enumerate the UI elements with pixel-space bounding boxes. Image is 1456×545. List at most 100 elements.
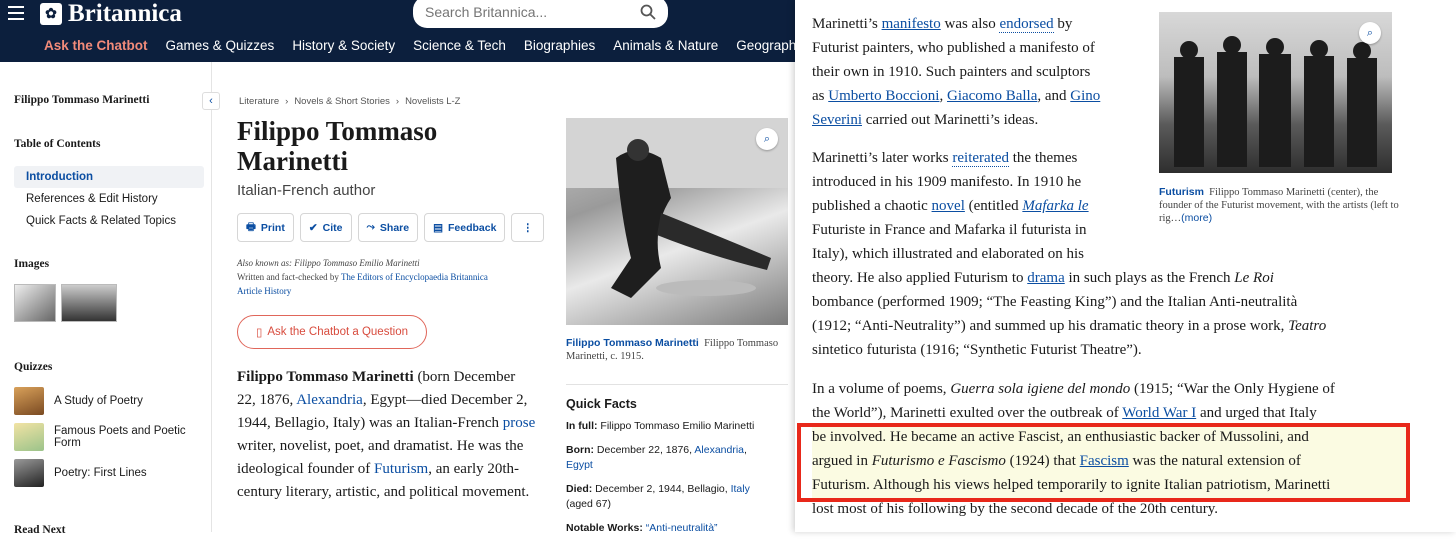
also-known-as: Also known as: Filippo Tommaso Emilio Ma… — [237, 258, 420, 268]
p3-text: (1915; “War the Only Hygiene of — [1130, 381, 1335, 397]
alexandria-link[interactable]: Alexandria — [296, 392, 363, 408]
p2-line: (1912; “Anti-Neutrality”) and summed up … — [812, 314, 1402, 338]
thistle-icon: ✿ — [40, 3, 62, 25]
search-icon[interactable] — [640, 4, 656, 20]
p3-text: In a volume of poems, — [812, 381, 951, 397]
article-history-link[interactable]: Article History — [237, 286, 291, 296]
more-options-button[interactable]: ⋮ — [511, 213, 544, 242]
p2-text: (entitled — [964, 198, 1023, 214]
nav-biographies[interactable]: Biographies — [524, 38, 595, 53]
breadcrumb: Literature › Novels & Short Stories › Nove… — [239, 96, 461, 107]
p2-text: theory. He also applied Futurism to — [812, 270, 1028, 286]
breadcrumb-novels[interactable]: Novels & Short Stories — [294, 96, 390, 107]
nav-ask-chatbot[interactable]: Ask the Chatbot — [44, 38, 148, 53]
quiz-famous-poets[interactable]: Famous Poets and Poetic Form — [14, 423, 204, 451]
breadcrumb-novelists[interactable]: Novelists L-Z — [405, 96, 460, 107]
nav-history-society[interactable]: History & Society — [292, 38, 395, 53]
futurists-image[interactable]: ⌕ — [1159, 12, 1392, 173]
hero-caption-name[interactable]: Filippo Tommaso Marinetti — [566, 337, 699, 349]
p2-text: the themes — [1009, 150, 1078, 166]
nav-games-quizzes[interactable]: Games & Quizzes — [166, 38, 275, 53]
p2-text: bombance — [812, 294, 874, 310]
p2-text: Italy), which illustrated and elaborated… — [812, 246, 1084, 262]
p1-text: by — [1053, 16, 1073, 32]
inline-link[interactable]: novel — [932, 198, 965, 214]
caption-futurism-link[interactable]: Futurism — [1159, 186, 1204, 198]
fascism-link[interactable]: Fascism — [1080, 453, 1129, 469]
p2-line: Futuriste in France and Mafarka il futur… — [812, 218, 1142, 242]
hero-caption: Filippo Tommaso Marinetti Filippo Tommas… — [566, 337, 788, 363]
boccioni-link[interactable]: Umberto Boccioni — [828, 88, 939, 104]
ask-chatbot-question-button[interactable]: ▯ Ask the Chatbot a Question — [237, 315, 427, 349]
editors-link[interactable]: The Editors of Encyclopaedia Britannica — [341, 272, 488, 282]
p1-text: , — [939, 88, 947, 104]
qf-notable-link[interactable]: “Anti-neutralità” — [646, 522, 718, 534]
toc-introduction[interactable]: Introduction — [14, 166, 204, 188]
feedback-icon: ▤ — [433, 221, 444, 234]
inline-link[interactable]: reiterated — [952, 150, 1010, 167]
p2-line: sintetico futurista (1916; “Synthetic Fu… — [812, 338, 1402, 362]
cite-button[interactable]: ✔ Cite — [299, 213, 352, 242]
zoom-icon[interactable]: ⌕ — [1359, 22, 1381, 44]
p1-text: Marinetti’s — [812, 16, 882, 32]
balla-link[interactable]: Giacomo Balla — [947, 88, 1037, 104]
toc-references[interactable]: References & Edit History — [14, 188, 204, 210]
search-input[interactable] — [425, 4, 640, 20]
panel-paragraph-2: Marinetti’s later works reiterated the t… — [812, 146, 1402, 362]
prose-link[interactable]: prose — [503, 415, 536, 431]
nav-science-tech[interactable]: Science & Tech — [413, 38, 506, 53]
futurism-link[interactable]: Futurism — [374, 461, 428, 477]
hero-image[interactable]: ⌕ — [566, 118, 788, 325]
caption-more-link[interactable]: (more) — [1181, 212, 1212, 224]
britannica-logo[interactable]: ✿ Britannica — [40, 0, 182, 28]
p1-text: carried out Marinetti’s ideas. — [862, 112, 1039, 128]
article-meta: Also known as: Filippo Tommaso Emilio Ma… — [237, 256, 547, 298]
quiz-image — [14, 459, 44, 487]
page-title: Filippo Tommaso Marinetti — [237, 116, 438, 176]
quiz-poetry-first-lines[interactable]: Poetry: First Lines — [14, 459, 204, 487]
feedback-button[interactable]: ▤ Feedback — [424, 213, 506, 242]
zoom-icon[interactable]: ⌕ — [756, 128, 778, 150]
qf-alexandria-link[interactable]: Alexandria — [694, 444, 744, 456]
image-thumb-futurists[interactable] — [61, 284, 117, 322]
sidebar: Filippo Tommaso Marinetti Table of Conte… — [0, 62, 212, 536]
p2-text: in such plays as the French — [1064, 270, 1235, 286]
chevron-right-icon: › — [395, 96, 400, 107]
world-war-i-link[interactable]: World War I — [1122, 405, 1196, 421]
p2-text: introduced in his 1909 manifesto. In 191… — [812, 174, 1082, 190]
qf-egypt-link[interactable]: Egypt — [566, 459, 593, 471]
inline-link[interactable]: Mafarka le — [1022, 198, 1088, 214]
p2-text: Futuriste — [812, 222, 866, 238]
share-button[interactable]: ⤳ Share — [357, 213, 419, 242]
menu-icon[interactable] — [8, 6, 24, 20]
p2-italic: in — [1071, 222, 1087, 238]
inline-link[interactable]: drama — [1027, 270, 1064, 286]
nav-animals-nature[interactable]: Animals & Nature — [613, 38, 718, 53]
p3-text: the World”), Marinetti exulted over the … — [812, 405, 1123, 421]
p2-italic: (1916; “Synthetic Futurist Theatre”). — [916, 342, 1142, 358]
qf-italy-link[interactable]: Italy — [731, 483, 750, 495]
share-icon: ⤳ — [366, 221, 375, 233]
intro-subject: Filippo Tommaso Marinetti — [237, 369, 414, 385]
p2-text: Anti-neutralità — [1208, 294, 1298, 310]
quiz-study-of-poetry[interactable]: A Study of Poetry — [14, 387, 204, 415]
breadcrumb-literature[interactable]: Literature — [239, 96, 279, 107]
severini-link[interactable]: Severini — [812, 112, 862, 128]
qf-born: Born: December 22, 1876, Alexandria, Egyp… — [566, 444, 747, 471]
more-vertical-icon: ⋮ — [522, 221, 533, 234]
manifesto-link[interactable]: manifesto — [882, 16, 941, 32]
p1-text: Futurist painters, who published a manif… — [812, 40, 1095, 56]
print-button[interactable]: 🖶 Print — [237, 213, 294, 242]
panel-paragraph-3: In a volume of poems, Guerra sola igiene… — [812, 377, 1412, 521]
severini-link[interactable]: Gino — [1070, 88, 1100, 104]
p2-line: published a chaotic novel (entitled Mafa… — [812, 194, 1142, 218]
brand-name: Britannica — [68, 0, 182, 27]
toc-quick-facts[interactable]: Quick Facts & Related Topics — [14, 210, 204, 232]
chatbot-icon: ▯ — [256, 327, 263, 339]
search-box[interactable] — [413, 0, 668, 28]
collapse-sidebar-button[interactable]: ‹ — [202, 92, 220, 110]
p3-title: Guerra sola igiene del mondo — [950, 381, 1131, 397]
image-thumb-marinetti[interactable] — [14, 284, 56, 322]
endorsed-link[interactable]: endorsed — [999, 16, 1054, 33]
page-subtitle: Italian-French author — [237, 182, 376, 199]
